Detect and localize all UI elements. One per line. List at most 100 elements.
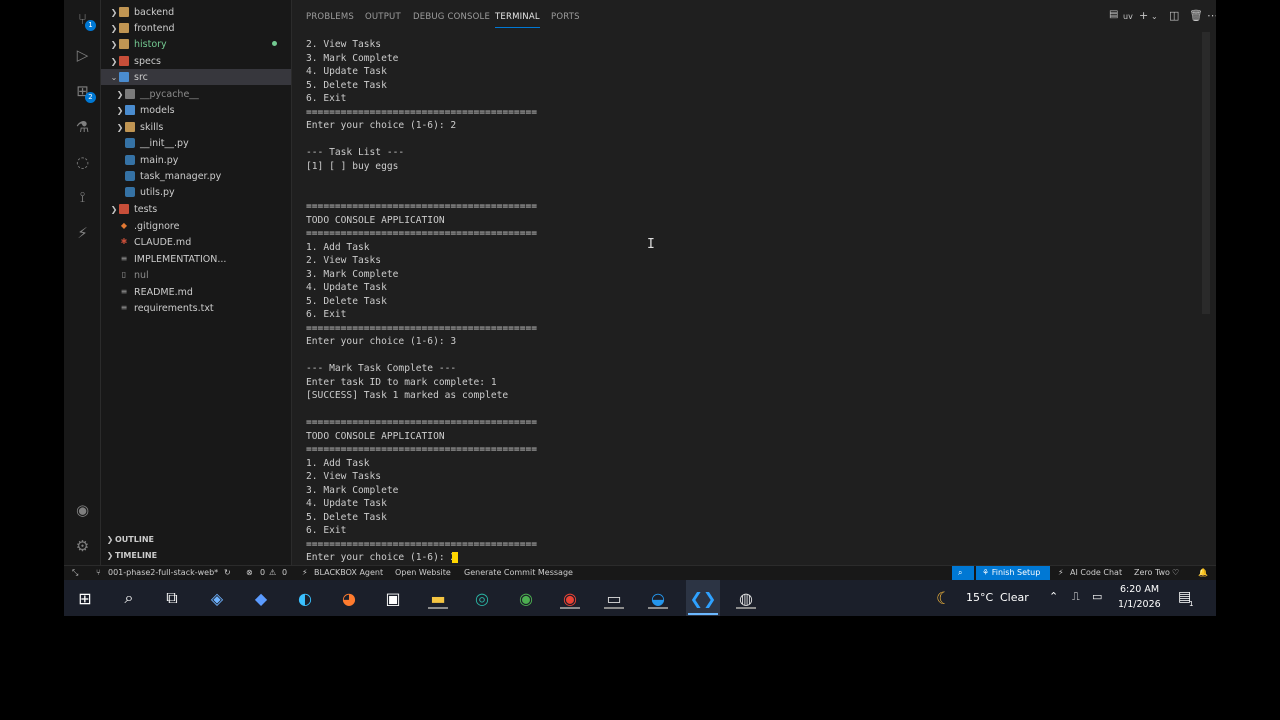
blackbox-agent[interactable]: BLACKBOX Agent xyxy=(314,568,383,577)
tree-item-init-py[interactable]: __init__.py xyxy=(101,135,291,151)
chevron-up-icon[interactable]: ⌃ xyxy=(1049,590,1058,603)
copilot-app-icon[interactable]: ◈ xyxy=(205,586,229,610)
python-file-icon xyxy=(125,187,135,197)
terminal-line: [1] [ ] buy eggs xyxy=(306,160,399,172)
folder-pycache-icon xyxy=(125,89,135,99)
sync-icon[interactable]: ↻ xyxy=(224,568,231,577)
clock-time[interactable]: 6:20 AM xyxy=(1120,584,1159,595)
network-icon[interactable]: ⎍ xyxy=(1072,590,1080,604)
timeline-section[interactable]: ❯ TIMELINE xyxy=(101,547,291,563)
terminal-line: 5. Delete Task xyxy=(306,295,387,307)
tree-item-tests[interactable]: ❯ tests xyxy=(101,201,291,217)
trash-icon[interactable]: 🗑 xyxy=(1189,9,1203,22)
folder-models-icon xyxy=(125,105,135,115)
open-website-link[interactable]: Open Website xyxy=(395,568,451,577)
chevron-right-icon: ❯ xyxy=(110,7,118,17)
tree-item-specs[interactable]: ❯ specs xyxy=(101,53,291,69)
terminal-line: 6. Exit xyxy=(306,93,347,104)
obs-icon[interactable]: ◍ xyxy=(734,586,758,610)
tree-item-main-py[interactable]: main.py xyxy=(101,152,291,168)
git-file-icon: ◆ xyxy=(120,221,128,230)
tree-item-models[interactable]: ❯ models xyxy=(101,102,291,118)
tree-item-implementation[interactable]: ≡ IMPLEMENTATION... xyxy=(101,251,291,267)
blackbox-icon: ⚡ xyxy=(302,568,308,577)
new-terminal-icon[interactable]: + xyxy=(1139,9,1148,22)
terminal-cursor xyxy=(452,551,459,563)
terminal-line: 2. View Tasks xyxy=(306,471,382,482)
file-explorer-icon[interactable]: ▬ xyxy=(426,586,450,610)
source-control-badge: 1 xyxy=(85,20,96,31)
split-terminal-icon[interactable]: ◫ xyxy=(1169,9,1179,22)
gitlens-icon[interactable]: ⟟ xyxy=(72,186,93,207)
ai-code-chat[interactable]: AI Code Chat xyxy=(1070,568,1122,577)
tree-item-requirements-txt[interactable]: ≡ requirements.txt xyxy=(101,300,291,316)
extensions-icon[interactable]: ⊞ 2 xyxy=(72,80,96,103)
tree-item-claude-md[interactable]: ✱ CLAUDE.md xyxy=(101,234,291,250)
chrome-profile-icon[interactable]: ◉ xyxy=(558,586,582,610)
terminal-line: 3. Mark Complete xyxy=(306,268,399,280)
firefox-icon[interactable]: ◕ xyxy=(337,586,361,610)
cursor-app-icon[interactable]: ◎ xyxy=(470,586,494,610)
branch-name[interactable]: 001-phase2-full-stack-web* xyxy=(108,568,218,577)
terminal-app-icon[interactable]: ▭ xyxy=(602,586,626,610)
m365-icon[interactable]: ◆ xyxy=(249,586,273,610)
tree-item-readme-md[interactable]: ≡ README.md xyxy=(101,284,291,300)
tree-item-utils-py[interactable]: utils.py xyxy=(101,184,291,200)
terminal-line: ======================================== xyxy=(306,417,538,428)
tree-item-gitignore[interactable]: ◆ .gitignore xyxy=(101,218,291,234)
store-icon[interactable]: ▣ xyxy=(381,586,405,610)
shell-label[interactable]: uv xyxy=(1123,12,1133,21)
terminal-line: Enter task ID to mark complete: 1 xyxy=(306,376,497,388)
tree-item-pycache[interactable]: ❯ __pycache__ xyxy=(101,86,291,102)
battery-icon[interactable]: ▭ xyxy=(1092,590,1102,603)
tree-item-skills[interactable]: ❯ skills xyxy=(101,119,291,135)
testing-icon[interactable]: ⚗ xyxy=(72,116,93,137)
tree-item-frontend[interactable]: ❯ frontend xyxy=(101,20,291,36)
windows-start-icon[interactable]: ⊞ xyxy=(73,586,97,610)
settings-gear-icon[interactable]: ⚙ xyxy=(72,535,93,556)
remote-icon[interactable]: ⤡ xyxy=(72,568,78,578)
clock-date[interactable]: 1/1/2026 xyxy=(1118,599,1161,610)
tree-item-src[interactable]: ⌄ src xyxy=(101,69,291,85)
search-icon[interactable]: ⌕ xyxy=(117,586,141,610)
tab-debug-console[interactable]: DEBUG CONSOLE xyxy=(413,12,490,22)
activity-bar: ⑂ 1 ▷ ⊞ 2 ⚗ ◌ ⟟ ⚡ ◉ ⚙ xyxy=(64,0,101,565)
edge-icon[interactable]: ◐ xyxy=(293,586,317,610)
generate-commit-link[interactable]: Generate Commit Message xyxy=(464,568,573,577)
profile-name[interactable]: Zero Two xyxy=(1134,568,1170,577)
tab-output[interactable]: OUTPUT xyxy=(365,12,401,22)
account-icon[interactable]: ◉ xyxy=(72,499,93,520)
tree-item-label: frontend xyxy=(134,22,175,34)
tree-item-label: __init__.py xyxy=(140,137,189,149)
task-view-icon[interactable]: ⧉ xyxy=(160,586,184,610)
tree-item-history[interactable]: ❯ history xyxy=(101,36,291,52)
terminal-scrollbar[interactable] xyxy=(1202,32,1210,314)
weather-desc[interactable]: Clear xyxy=(1000,591,1029,604)
tab-problems[interactable]: PROBLEMS xyxy=(306,12,354,22)
terminal-output[interactable]: 2. View Tasks 3. Mark Complete 4. Update… xyxy=(306,38,1186,565)
chrome-icon[interactable]: ◉ xyxy=(514,586,538,610)
docker-icon[interactable]: ◒ xyxy=(646,586,670,610)
weather-temp[interactable]: 15°C xyxy=(966,591,993,604)
chat-icon[interactable]: ◌ xyxy=(72,151,93,172)
bolt-icon[interactable]: ⚡ xyxy=(72,222,93,243)
status-bar: ⤡ ⑂ 001-phase2-full-stack-web* ↻ ⊗ 0 ⚠ 0… xyxy=(64,565,1216,581)
tab-ports[interactable]: PORTS xyxy=(551,12,580,22)
bell-icon[interactable]: 🔔 xyxy=(1198,568,1208,577)
tree-item-backend[interactable]: ❯ backend xyxy=(101,4,291,20)
tab-terminal[interactable]: TERMINAL xyxy=(495,12,540,28)
search-icon[interactable]: ⌕ xyxy=(952,566,974,581)
finish-setup-button[interactable]: ⚘ Finish Setup xyxy=(976,566,1050,581)
chevron-down-icon[interactable]: ⌄ xyxy=(1151,12,1158,21)
vscode-icon[interactable]: ❮❯ xyxy=(686,580,720,616)
run-debug-icon[interactable]: ▷ xyxy=(72,44,93,65)
tree-item-nul[interactable]: ▯ nul xyxy=(101,267,291,283)
tree-item-task-manager-py[interactable]: task_manager.py xyxy=(101,168,291,184)
warning-icon[interactable]: ⚠ xyxy=(269,568,276,577)
source-control-icon[interactable]: ⑂ 1 xyxy=(72,8,96,31)
running-indicator xyxy=(736,607,756,609)
error-icon[interactable]: ⊗ xyxy=(246,568,253,577)
outline-section[interactable]: ❯ OUTLINE xyxy=(101,531,291,547)
more-actions-icon[interactable]: ⋯ xyxy=(1207,9,1216,22)
tree-item-label: tests xyxy=(134,203,158,215)
